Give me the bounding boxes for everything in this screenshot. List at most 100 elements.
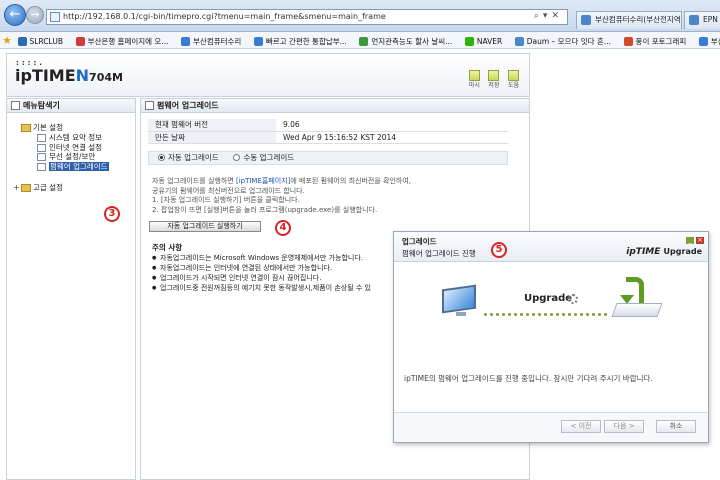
favorite-item[interactable]: 부산컴퓨터수리 [180,33,241,48]
favicon-icon [514,37,524,46]
page-icon [37,134,46,142]
favicon-icon [75,37,85,46]
upgrade-dialog: 업그레이드 펌웨어 업그레이드 진행 5 _ × ipTIME Upgrade U… [393,231,709,443]
radio-manual-label[interactable]: 수동 업그레이드 [243,153,294,162]
auto-upgrade-description: 자동 업그레이드를 실행하면 [ipTIME홈페이지]에 배포된 펌웨어의 최신… [152,177,411,214]
dialog-title: 업그레이드 [402,237,437,246]
loading-spinner-icon [568,294,578,304]
dialog-window-controls: _ × [684,235,704,244]
favorite-item[interactable]: 풍이 포토그래피 [623,33,686,48]
favicon-icon [359,37,369,46]
sidebar-item-internet-setup[interactable]: 인터넷 연결 설정 [13,143,135,153]
notes-title: 주의 사항 [152,243,183,252]
favicon-icon [253,37,263,46]
dialog-header: 업그레이드 펌웨어 업그레이드 진행 5 _ × ipTIME Upgrade [394,232,708,262]
favorite-item[interactable]: NAVER [464,33,502,48]
info-value: Wed Apr 9 15:16:52 KST 2014 [276,131,508,144]
browser-toolbar: ← → http://192.168.0.1/cgi-bin/timepro.c… [0,0,720,32]
forward-button[interactable]: → [26,6,44,24]
info-key: 만든 날짜 [148,131,276,144]
computer-icon [442,284,480,317]
table-row: 만든 날짜 Wed Apr 9 15:16:52 KST 2014 [148,131,508,144]
info-key: 현재 펌웨어 버전 [148,119,276,132]
folder-basic-settings[interactable]: 기본 설정 [13,123,135,133]
monitor-stand [456,312,466,316]
dialog-message: ipTIME의 펌웨어 업그레이드를 진행 중입니다. 잠시만 기다려 주시기 … [404,374,653,383]
favorites-bar: ★ SLRCLUB 부산은행 홈페이지에 오... 부산컴퓨터수리 빠르고 간편… [0,32,720,49]
sidebar-title: 메뉴탐색기 [7,99,135,113]
router-upload-icon [611,277,664,319]
progress-dots [484,313,612,317]
address-tools-icon[interactable]: ⌕▾✕ [534,11,563,21]
radio-auto-upgrade[interactable] [158,154,165,161]
table-row: 현재 펌웨어 버전 9.06 [148,119,508,132]
menu-tree: 기본 설정 시스템 요약 정보 인터넷 연결 설정 무선 설정/보안 펌웨어 업… [7,113,135,193]
favorite-item[interactable]: SLRCLUB [17,33,63,48]
favorite-item[interactable]: 부산컴퓨터수리 [698,33,720,48]
router-header: ::::. ipTIMEN704M 마시 저장 도움 [6,53,530,97]
header-icons: 마시 저장 도움 [465,70,521,90]
iptime-homepage-link[interactable]: [ipTIME홈페이지] [236,177,290,185]
tab-label: EPN [703,15,718,24]
tab-favicon-icon [689,15,699,25]
tab-label: 부산컴퓨터수리(부산전지역) [595,15,682,24]
help-button[interactable]: 도움 [506,70,521,90]
logo-brand: ipTIMEN704M [15,66,123,85]
sidebar-item-wireless-security[interactable]: 무선 설정/보안 [13,152,135,162]
step-badge-5: 5 [491,242,507,258]
favorite-item[interactable]: 부산은행 홈페이지에 오... [75,33,168,48]
dialog-body: Upgrade ipTIME의 펌웨어 업그레이드를 진행 중입니다. 잠시만 … [394,263,708,411]
expand-plus-icon[interactable]: + [13,183,20,193]
monitor-screen [442,284,476,314]
favorite-item[interactable]: 빠르고 간편한 통합납부... [253,33,347,48]
restart-button[interactable]: 마시 [467,70,482,90]
step-badge-3: 3 [104,206,120,222]
back-button[interactable]: ← [4,4,26,26]
favorites-star-icon[interactable]: ★ [0,32,14,48]
logo-model: 704M [89,71,123,84]
upgrade-mode-group: 자동 업그레이드 수동 업그레이드 [148,151,508,165]
panel-icon [145,101,154,110]
router-box [611,303,663,317]
address-bar[interactable]: http://192.168.0.1/cgi-bin/timepro.cgi?t… [46,9,568,25]
favicon-icon [698,37,708,46]
favicon-icon [17,37,27,46]
minimize-icon[interactable]: _ [686,237,694,244]
favicon-icon [623,37,633,46]
radio-manual-upgrade[interactable] [233,154,241,161]
address-url[interactable]: http://192.168.0.1/cgi-bin/timepro.cgi?t… [63,12,386,21]
save-icon [488,70,500,81]
help-icon [508,70,519,81]
main-title: 펌웨어 업그레이드 [141,99,529,113]
sidebar-item-system-summary[interactable]: 시스템 요약 정보 [13,133,135,143]
radio-auto-label[interactable]: 자동 업그레이드 [168,153,219,162]
cancel-button[interactable]: 취소 [656,420,696,433]
favorite-item[interactable]: 먼지관측능도 할사 날씨... [358,33,452,48]
favicon-icon [464,37,474,46]
dialog-subtitle: 펌웨어 업그레이드 진행 [402,249,476,258]
upgrade-icon [37,162,46,171]
tab-favicon-icon [581,15,591,25]
close-icon[interactable]: × [696,237,704,244]
folder-advanced-settings[interactable]: + 고급 설정 [13,183,135,193]
wireless-icon [37,153,46,161]
folder-closed-icon [21,184,31,192]
next-button[interactable]: 다음 > [604,420,644,433]
explorer-icon [11,101,20,110]
info-value: 9.06 [276,119,508,132]
page-icon [50,12,60,22]
prev-button[interactable]: < 이전 [561,420,601,433]
logo-model-letter: N [75,66,90,85]
sidebar-item-firmware-upgrade[interactable]: 펌웨어 업그레이드 [13,161,135,172]
tab-second[interactable]: EPN [684,11,720,29]
restart-icon [468,70,480,81]
upgrade-status-label: Upgrade [524,293,573,304]
favicon-icon [181,37,191,46]
page-icon [37,143,46,152]
run-auto-upgrade-button[interactable]: 자동 업그레이드 실행하기 [149,221,261,232]
router-admin-page: ::::. ipTIMEN704M 마시 저장 도움 메뉴탐색기 기본 설정 시… [0,49,720,480]
tab-active[interactable]: 부산컴퓨터수리(부산전지역) [576,11,682,29]
save-button[interactable]: 저장 [486,70,501,90]
dialog-footer: < 이전 다음 > 취소 [394,412,708,442]
favorite-item[interactable]: Daum – 모으다 잇다 흔... [514,33,611,48]
